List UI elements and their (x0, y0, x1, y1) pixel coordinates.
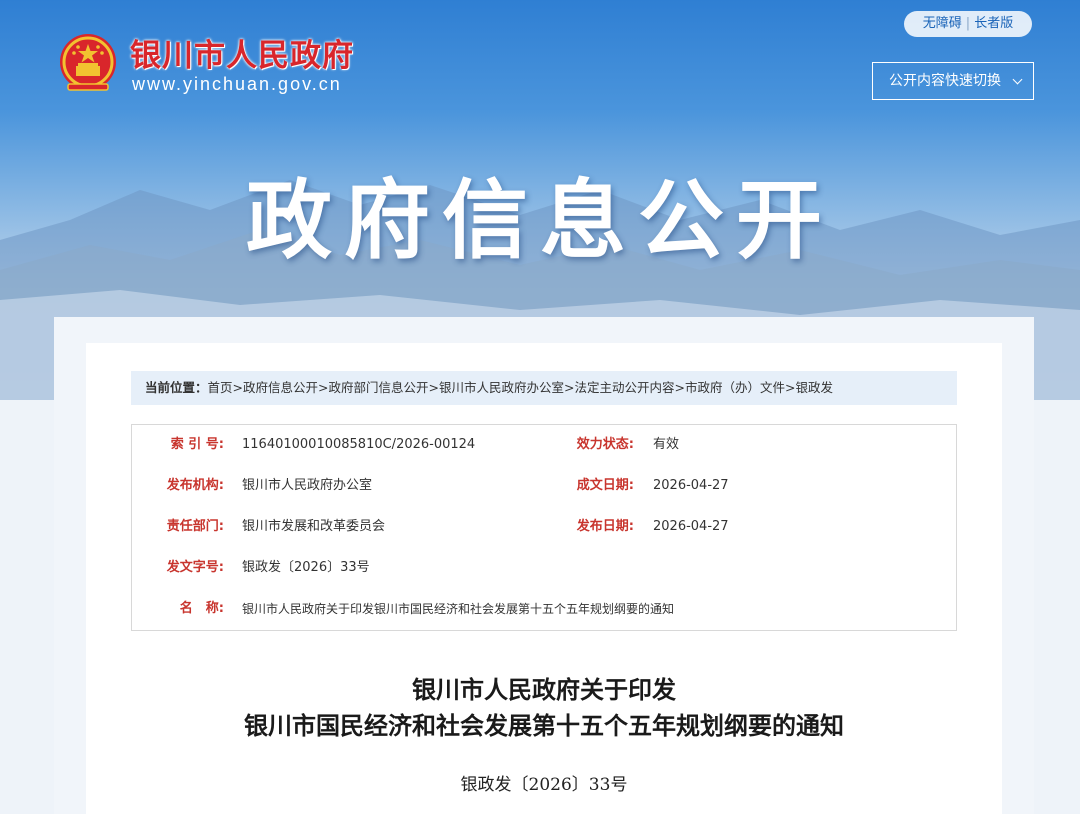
doc-no-value: 银政发〔2026〕33号 (242, 560, 370, 575)
site-name[interactable]: 银川市人民政府 (130, 30, 354, 75)
document-title: 银川市人民政府关于印发 银川市国民经济和社会发展第十五个五年规划纲要的通知 (86, 672, 1002, 744)
quick-switch-label: 公开内容快速切换 (889, 73, 1001, 89)
national-emblem-icon (60, 34, 116, 91)
breadcrumb-item-home[interactable]: 首页 (208, 380, 233, 395)
publish-date-label: 发布日期: (576, 519, 634, 534)
document-title-line2: 银川市国民经济和社会发展第十五个五年规划纲要的通知 (244, 712, 844, 740)
banner-title: 政府信息公开 (246, 171, 834, 271)
breadcrumb-item-office[interactable]: 银川市人民政府办公室 (439, 380, 564, 395)
accessibility-link[interactable]: 无障碍 (923, 16, 962, 31)
issuer-value: 银川市人民政府办公室 (242, 478, 373, 493)
breadcrumb-separator: > (564, 380, 575, 395)
created-date-value: 2026-04-27 (653, 478, 729, 493)
breadcrumb-separator: > (674, 380, 686, 395)
issuer-label: 发布机构: (166, 478, 224, 493)
breadcrumb-item-dept-info[interactable]: 政府部门信息公开 (329, 380, 429, 395)
created-date-label: 成文日期: (576, 478, 634, 493)
department-label: 责任部门: (166, 519, 224, 534)
validity-label: 效力状态: (576, 437, 634, 452)
breadcrumb-separator: > (232, 380, 244, 395)
elder-mode-link[interactable]: 长者版 (974, 16, 1013, 31)
index-no-label: 索 引 号: (170, 437, 224, 452)
doc-no-label: 发文字号: (166, 560, 224, 575)
breadcrumb-separator: > (785, 380, 796, 395)
name-value: 银川市人民政府关于印发银川市国民经济和社会发展第十五个五年规划纲要的通知 (242, 602, 675, 616)
metadata-table: 索 引 号: 11640100010085810C/2026-00124 效力状… (131, 424, 957, 631)
breadcrumb-item-city-docs[interactable]: 市政府（办）文件 (685, 380, 785, 395)
breadcrumb-label: 当前位置： (145, 380, 208, 395)
name-label: 名 称: (179, 601, 224, 616)
document-number: 银政发〔2026〕33号 (460, 775, 628, 795)
publish-date-value: 2026-04-27 (653, 519, 729, 534)
site-url[interactable]: www.yinchuan.gov.cn (132, 74, 342, 95)
breadcrumb-separator: > (318, 380, 329, 395)
department-value: 银川市发展和改革委员会 (242, 519, 386, 534)
quick-switch-dropdown[interactable]: 公开内容快速切换 (872, 62, 1034, 100)
breadcrumb-item-statutory[interactable]: 法定主动公开内容 (575, 380, 675, 395)
divider: | (965, 16, 971, 31)
document-title-line1: 银川市人民政府关于印发 (412, 676, 676, 704)
validity-value: 有效 (653, 437, 680, 452)
breadcrumb-separator: > (428, 380, 440, 395)
chevron-down-icon (1012, 74, 1023, 85)
breadcrumb-item-gov-info[interactable]: 政府信息公开 (243, 380, 318, 395)
breadcrumb-item-yinzhengfa[interactable]: 银政发 (796, 380, 834, 395)
breadcrumb: 当前位置：首页>政府信息公开>政府部门信息公开>银川市人民政府办公室>法定主动公… (131, 371, 957, 405)
accessibility-links: 无障碍 | 长者版 (904, 11, 1032, 37)
index-no-value: 11640100010085810C/2026-00124 (242, 437, 476, 452)
